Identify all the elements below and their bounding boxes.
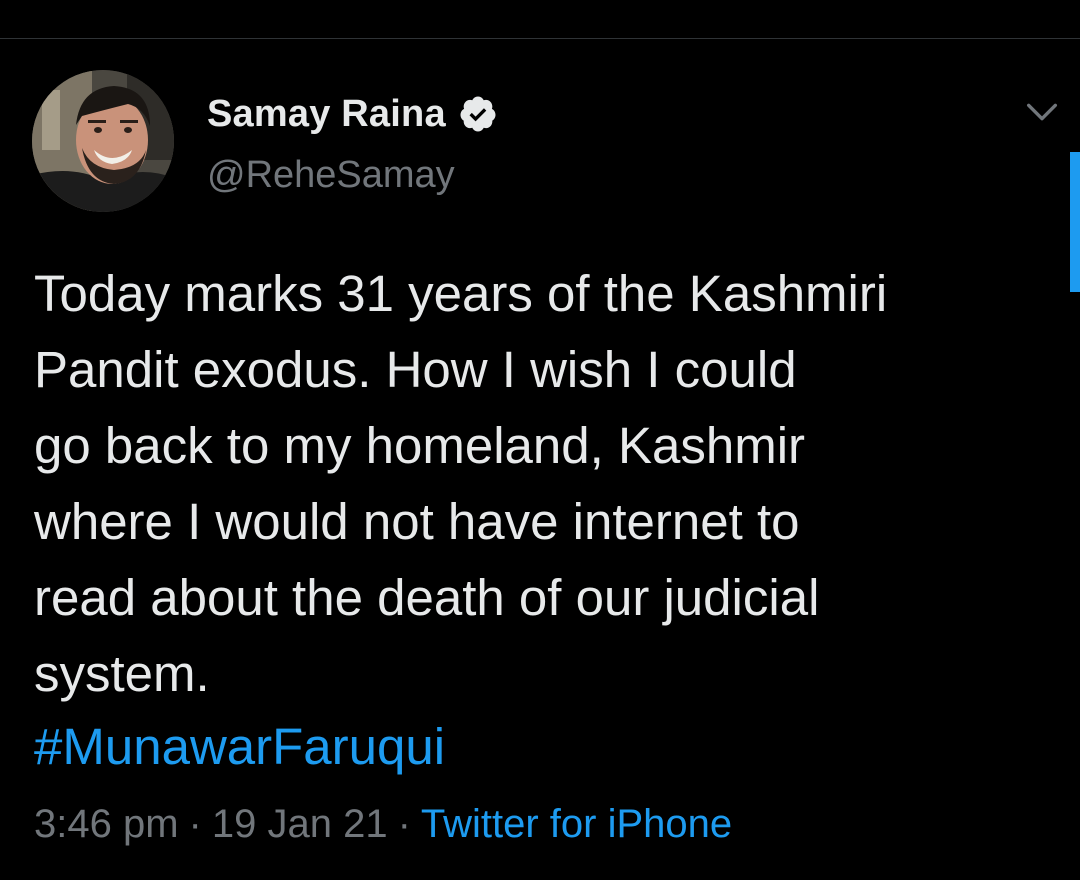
tweet-text: Today marks 31 years of the Kashmiri Pan… bbox=[34, 265, 888, 702]
tweet-header: Samay Raina @ReheSamay bbox=[32, 70, 1062, 215]
tweet-meta: 3:46 pm · 19 Jan 21 · Twitter for iPhone bbox=[34, 798, 732, 850]
avatar[interactable] bbox=[32, 70, 174, 212]
display-name[interactable]: Samay Raina bbox=[207, 93, 446, 136]
hashtag-link[interactable]: #MunawarFaruqui bbox=[34, 712, 445, 782]
tweet-date[interactable]: 19 Jan 21 bbox=[212, 802, 388, 846]
tweet-time[interactable]: 3:46 pm bbox=[34, 802, 179, 846]
avatar-photo bbox=[32, 70, 174, 212]
verified-badge-icon bbox=[460, 96, 496, 132]
user-handle[interactable]: @ReheSamay bbox=[207, 154, 455, 197]
tweet-source-link[interactable]: Twitter for iPhone bbox=[421, 802, 732, 846]
meta-separator: · bbox=[188, 802, 202, 846]
tweet: Samay Raina @ReheSamay Today marks 31 ye… bbox=[0, 0, 1080, 880]
name-row: Samay Raina bbox=[207, 90, 498, 138]
meta-separator: · bbox=[397, 802, 411, 846]
chevron-down-icon[interactable] bbox=[1022, 92, 1062, 132]
